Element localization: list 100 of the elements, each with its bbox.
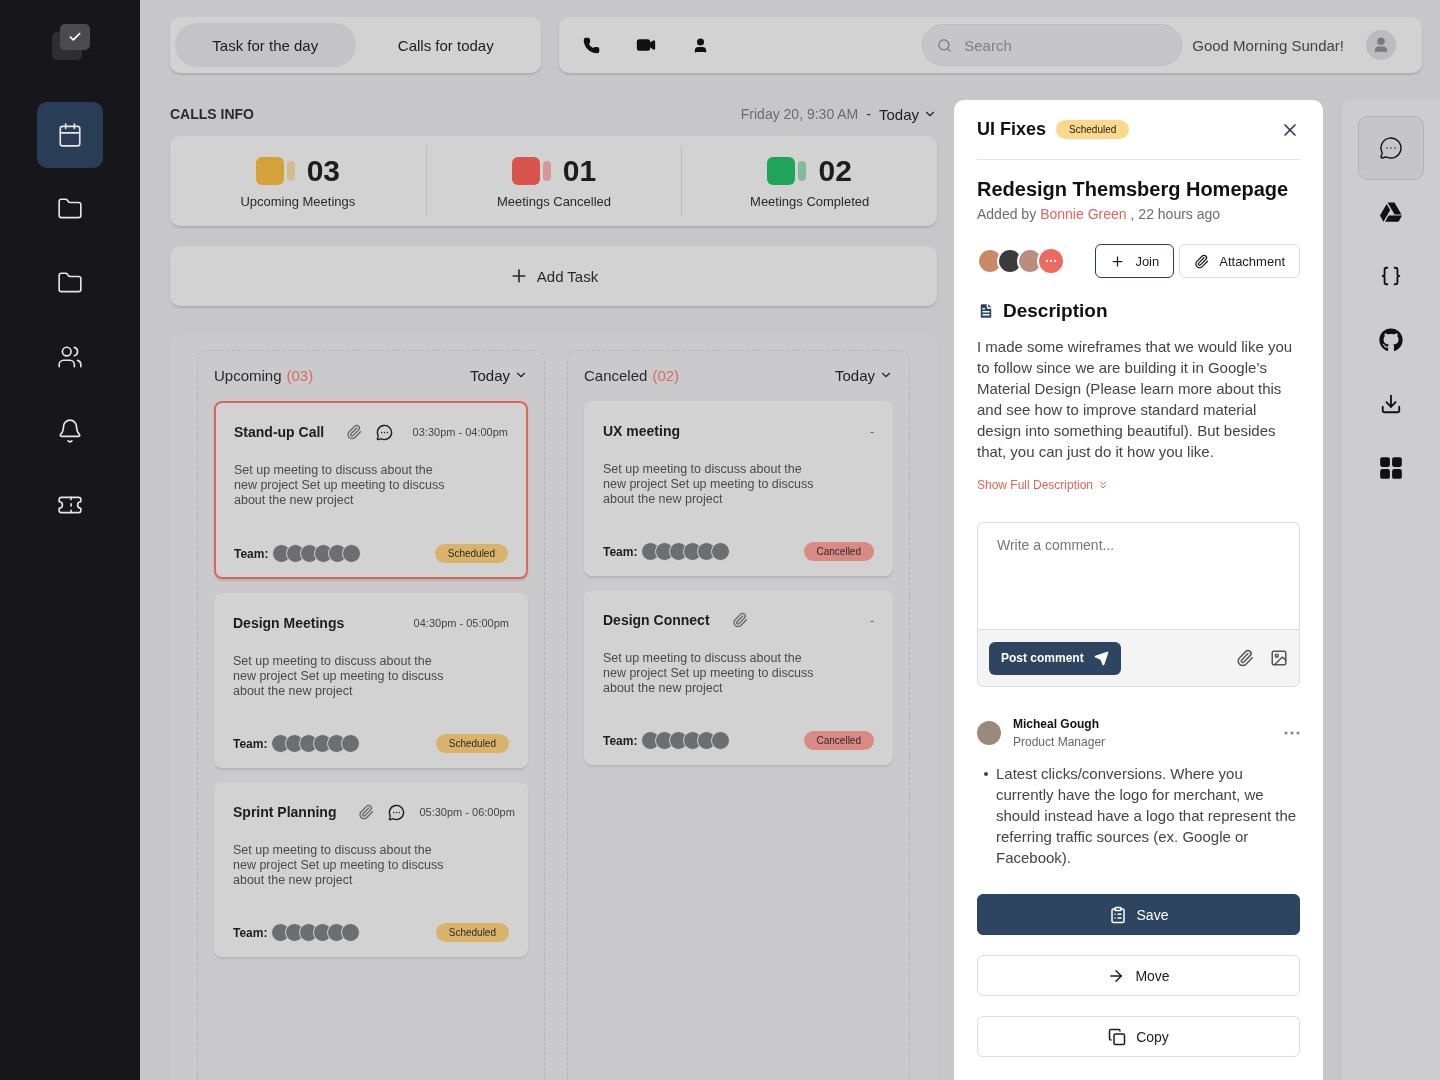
panel-title: UI Fixes	[977, 119, 1047, 140]
time-text: 04:30pm - 05:00pm	[413, 617, 509, 629]
calendar-icon	[57, 122, 83, 148]
chat-bubble-icon	[388, 803, 406, 821]
time-text: -	[870, 425, 874, 437]
stat-count: 03	[306, 153, 340, 188]
meeting-card[interactable]: Design Meetings 04:30pm - 05:00pm Set up meeting to discuss about the new project Set up meeting to discuss about the new project Team: Scheduled	[214, 593, 528, 768]
bell-icon	[57, 418, 83, 444]
status-badge: Cancelled	[803, 542, 874, 561]
copy-icon	[1108, 1027, 1127, 1046]
meeting-card[interactable]: UX meeting - Set up meeting to discuss about the new project Set up meeting to discuss about the new project Team: Cancelled	[584, 401, 893, 576]
more-dots-icon	[1284, 731, 1300, 735]
separator-text: -	[866, 106, 871, 122]
time-text: 03:30pm - 04:00pm	[412, 426, 508, 438]
attachment-button[interactable]: Attachment	[1179, 244, 1300, 278]
action-button[interactable]: Move	[977, 955, 1300, 996]
status-badge: Cancelled	[803, 731, 874, 750]
bullet-icon	[984, 772, 988, 776]
card-title: Sprint Planning	[233, 804, 337, 820]
column-title: Upcoming	[214, 366, 282, 384]
plus-icon	[1110, 253, 1126, 269]
stat-label: Upcoming Meetings	[240, 193, 356, 209]
time-ago-text: , 22 hours ago	[1130, 206, 1221, 222]
document-icon	[977, 302, 995, 320]
join-button[interactable]: Join	[1095, 244, 1175, 278]
task-heading: Redesign Themsberg Homepage	[977, 178, 1290, 201]
image-button[interactable]	[1270, 649, 1288, 667]
section-title: Description	[1003, 300, 1108, 322]
action-button[interactable]: Copy	[977, 1016, 1300, 1057]
card-description: Set up meeting to discuss about the new project Set up meeting to discuss about the new project	[233, 654, 445, 699]
column-title: Canceled	[584, 366, 648, 384]
column-count: (02)	[652, 366, 680, 384]
card-description: Set up meeting to discuss about the new project Set up meeting to discuss about the new project	[233, 843, 445, 888]
comment-field[interactable]: Write a comment...	[977, 522, 1300, 629]
contact-button[interactable]	[692, 36, 709, 54]
paperclip-icon	[358, 804, 375, 820]
download-icon	[1379, 393, 1402, 415]
tab[interactable]: Calls for today	[355, 23, 536, 67]
attach-button[interactable]	[1236, 649, 1254, 667]
card-description: Set up meeting to discuss about the new project Set up meeting to discuss about the new project	[603, 651, 815, 696]
commenter-role: Product Manager	[1013, 735, 1106, 749]
column-count: (03)	[286, 366, 314, 384]
time-text: -	[870, 614, 874, 626]
more-button[interactable]	[1284, 731, 1300, 735]
search-field[interactable]: Search	[922, 24, 1183, 66]
card-title: Design Meetings	[233, 615, 345, 631]
meeting-card[interactable]: Sprint Planning 05:30pm - 06:00pm Set up meeting to discuss about the new project Set up meeting to discuss about the new project Team: Scheduled	[214, 782, 528, 957]
greeting-text: Good Morning Sundar!	[1192, 36, 1344, 54]
stat-label: Meetings Completed	[750, 193, 870, 209]
add-task-button[interactable]: Add Task	[170, 246, 937, 306]
show-more-link[interactable]: Show Full Description	[977, 478, 1110, 492]
search-icon	[937, 37, 953, 53]
team-label: Team:	[233, 925, 268, 940]
filter-dropdown[interactable]: Today	[469, 366, 528, 384]
filter-dropdown[interactable]: Today	[878, 105, 937, 123]
chat-bubble-icon	[1378, 136, 1403, 160]
paperclip-icon	[346, 424, 363, 440]
commenter-name: Micheal Gough	[1013, 717, 1100, 731]
date-text: Friday 20, 9:30 AM	[740, 106, 859, 122]
card-title: UX meeting	[603, 423, 680, 439]
card-title: Design Connect	[603, 612, 710, 628]
stat-label: Meetings Cancelled	[496, 193, 612, 209]
status-badge: Scheduled	[1056, 120, 1130, 139]
phone-icon	[583, 36, 600, 54]
tab[interactable]: Task for the day	[175, 23, 356, 67]
users-icon	[57, 344, 83, 370]
card-description: Set up meeting to discuss about the new project Set up meeting to discuss about the new project	[234, 463, 446, 508]
status-badge: Scheduled	[435, 923, 509, 942]
card-title: Stand-up Call	[234, 424, 325, 440]
clipboard-icon	[1108, 905, 1127, 924]
team-label: Team:	[603, 544, 638, 559]
avatar-icon	[977, 721, 1001, 745]
team-label: Team:	[233, 736, 268, 751]
card-description: Set up meeting to discuss about the new project Set up meeting to discuss about the new project	[603, 462, 815, 507]
status-badge: Scheduled	[434, 544, 508, 563]
phone-button[interactable]	[583, 36, 600, 54]
search-input[interactable]: Search	[962, 35, 1168, 55]
team-label: Team:	[234, 546, 269, 561]
user-icon	[692, 36, 709, 54]
post-comment-button[interactable]: Post comment	[989, 641, 1121, 675]
action-button[interactable]: Save	[977, 894, 1300, 935]
braces-icon	[1379, 265, 1402, 287]
description-text: I made some wireframes that we would like you to follow since we are building it in Google’s Material Design (Please learn more about this and see how to improve standard material design into something beautiful). But besides that, you can just do it how you like.	[977, 337, 1294, 462]
added-by-text: Added by	[977, 206, 1037, 222]
time-text: 05:30pm - 06:00pm	[419, 806, 515, 818]
status-badge: Scheduled	[435, 734, 509, 753]
comment-text: Latest clicks/conversions. Where you currently have the logo for merchant, we should instead have a logo that represent the referring traffic sources (ex. Google or Facebook).	[996, 764, 1298, 868]
author-link[interactable]: Bonnie Green	[1040, 206, 1127, 222]
avatar-icon[interactable]	[1366, 30, 1396, 60]
meeting-card[interactable]: Stand-up Call 03:30pm - 04:00pm Set up meeting to discuss about the new project Set up meeting to discuss about the new project Team: Scheduled	[214, 401, 528, 579]
stat-count: 01	[562, 153, 597, 188]
section-title: CALLS INFO	[170, 106, 254, 122]
paperclip-icon	[731, 612, 748, 628]
filter-dropdown[interactable]: Today	[834, 366, 893, 384]
chat-bubble-icon	[376, 423, 394, 441]
sidebar-button[interactable]	[37, 102, 103, 168]
cat-logo-icon	[1378, 328, 1403, 352]
triangle-logo-icon	[1379, 201, 1402, 223]
meeting-card[interactable]: Design Connect - Set up meeting to discuss about the new project Set up meeting to discuss about the new project Team: Cancelled	[584, 590, 893, 765]
grid-icon	[1377, 455, 1404, 481]
